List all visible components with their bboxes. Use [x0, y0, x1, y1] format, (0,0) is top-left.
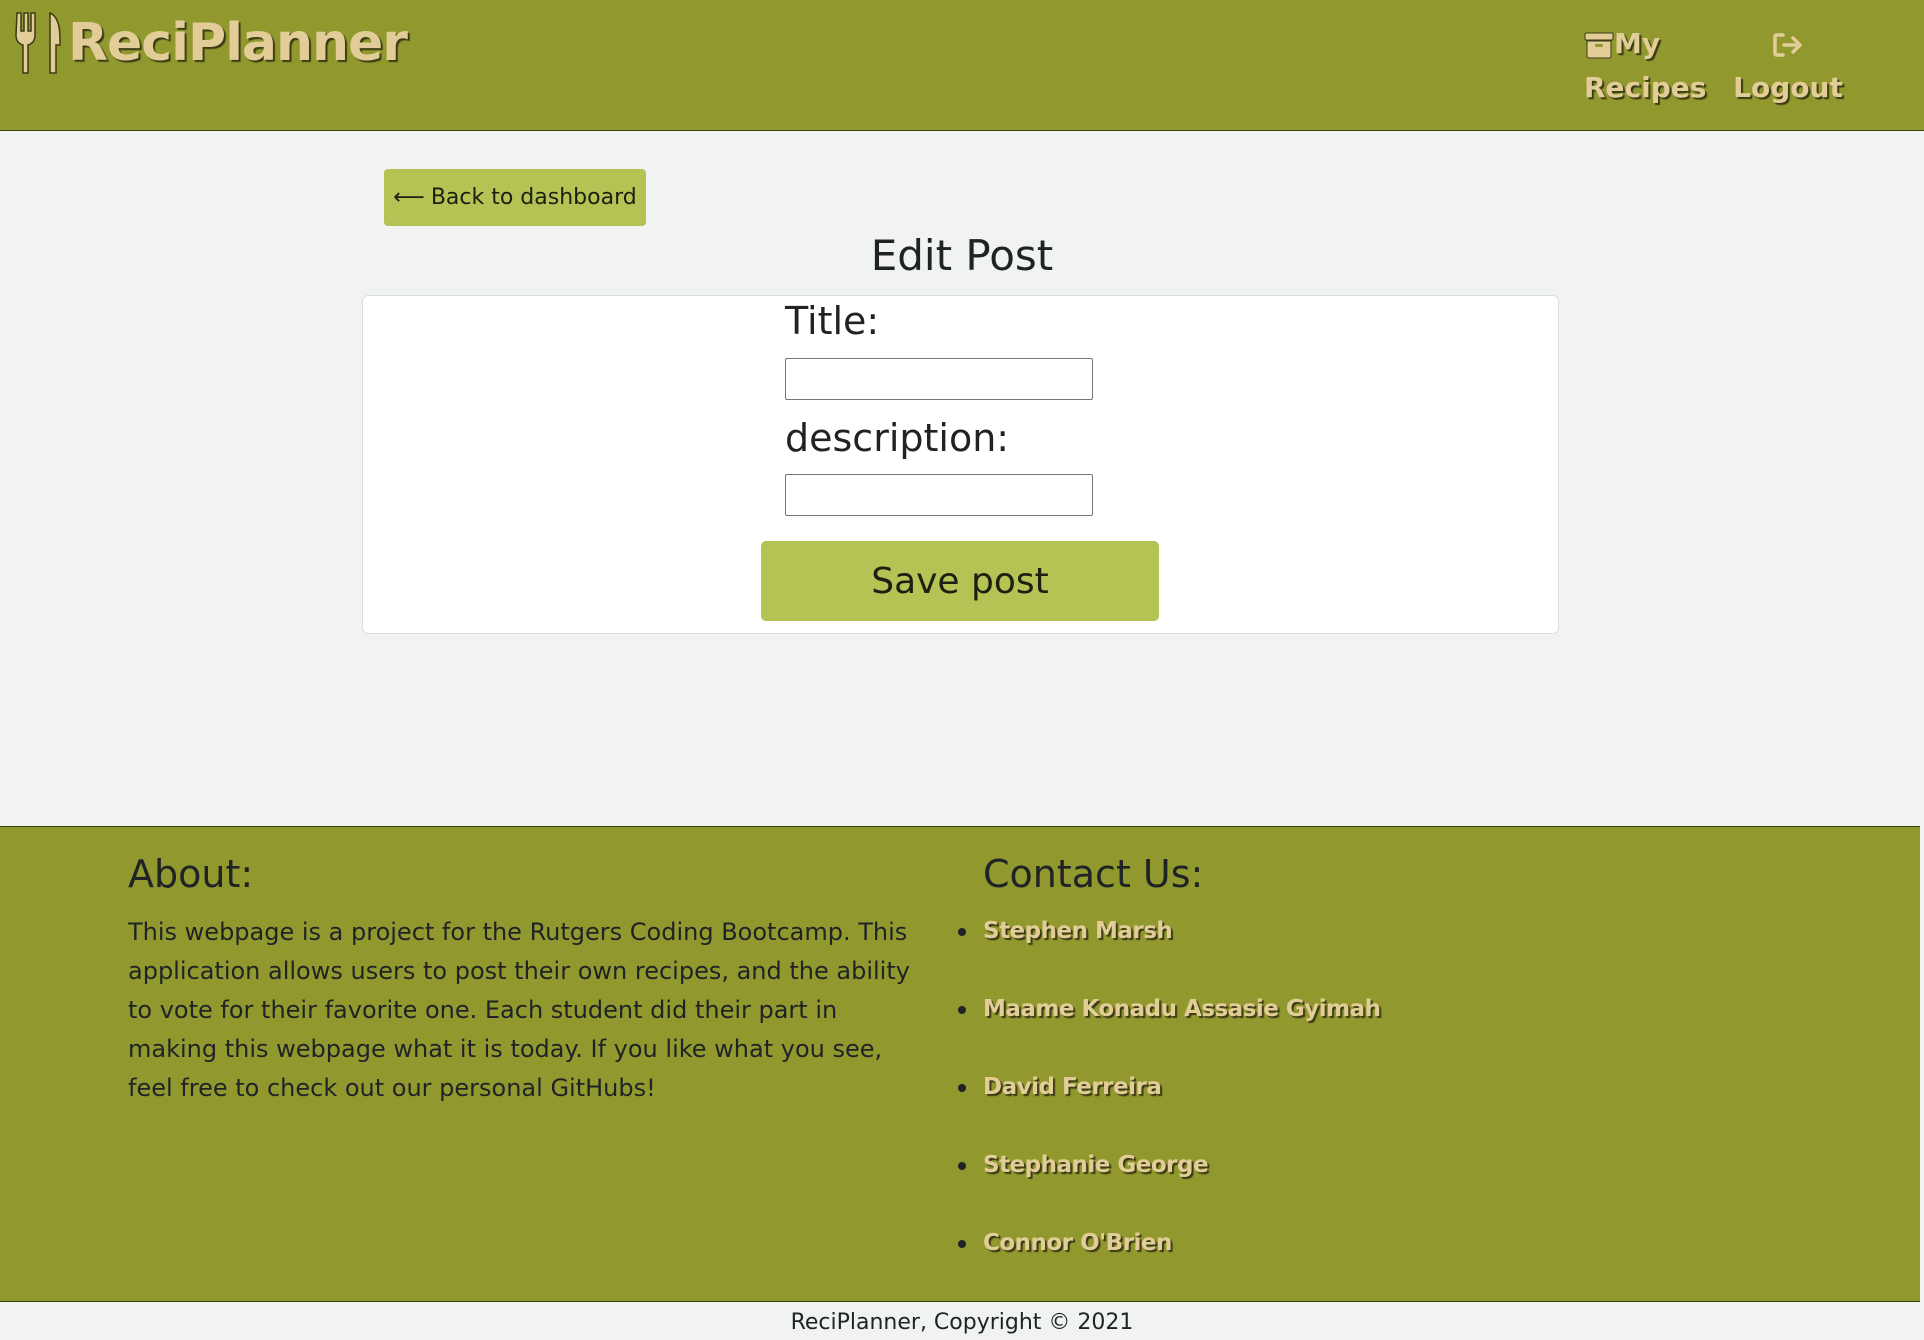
list-item: Stephanie George — [958, 1145, 1683, 1223]
site-footer: About: This webpage is a project for the… — [0, 826, 1920, 1302]
brand-name: ReciPlanner — [68, 13, 408, 73]
fork-knife-icon — [14, 11, 64, 75]
contact-link[interactable]: Stephanie George — [983, 1152, 1209, 1178]
nav-my-recipes-line2: Recipes — [1584, 71, 1707, 104]
description-label: description: — [785, 416, 1010, 460]
nav-my-recipes[interactable]: My Recipes — [1584, 22, 1707, 110]
contact-section: Contact Us: Stephen Marsh Maame Konadu A… — [958, 849, 1683, 1301]
contact-link[interactable]: Maame Konadu Assasie Gyimah — [983, 996, 1381, 1022]
brand-logo-link[interactable]: ReciPlanner — [14, 10, 408, 76]
nav-logout[interactable]: Logout — [1728, 22, 1848, 110]
list-item: David Ferreira — [958, 1067, 1683, 1145]
back-to-dashboard-label: Back to dashboard — [430, 185, 637, 210]
back-to-dashboard-button[interactable]: ⟵ Back to dashboard — [384, 169, 646, 226]
contact-link[interactable]: Connor O'Brien — [983, 1230, 1172, 1256]
contact-link[interactable]: Stephen Marsh — [983, 918, 1173, 944]
main-nav: My Recipes Logout — [1464, 22, 1924, 112]
description-input[interactable] — [785, 474, 1093, 516]
archive-box-icon — [1584, 22, 1614, 66]
list-item: Stephen Marsh — [958, 911, 1683, 989]
about-heading: About: — [128, 852, 254, 896]
arrow-left-icon: ⟵ — [393, 185, 425, 210]
site-header: ReciPlanner My Recipes Logout — [0, 0, 1924, 131]
title-input[interactable] — [785, 358, 1093, 400]
contact-link[interactable]: David Ferreira — [983, 1074, 1162, 1100]
copyright-text: ReciPlanner, Copyright © 2021 — [790, 1310, 1134, 1335]
save-post-button[interactable]: Save post — [761, 541, 1159, 621]
about-section: About: This webpage is a project for the… — [128, 849, 918, 1108]
edit-post-form: Title: description: Save post — [362, 295, 1559, 634]
about-text: This webpage is a project for the Rutger… — [128, 918, 910, 1102]
list-item: Connor O'Brien — [958, 1223, 1683, 1301]
title-label: Title: — [785, 299, 880, 343]
page-title: Edit Post — [870, 231, 1054, 280]
list-item: Maame Konadu Assasie Gyimah — [958, 989, 1683, 1067]
nav-my-recipes-line1: My — [1614, 27, 1661, 60]
contact-list: Stephen Marsh Maame Konadu Assasie Gyima… — [958, 911, 1683, 1301]
sign-out-icon — [1772, 22, 1804, 66]
contact-heading: Contact Us: — [983, 852, 1204, 896]
nav-logout-label: Logout — [1733, 71, 1843, 104]
